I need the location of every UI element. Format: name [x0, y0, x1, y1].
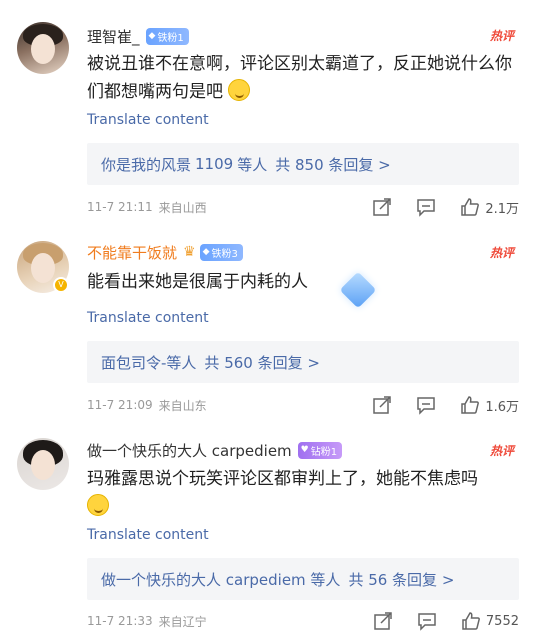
translate-link[interactable]: Translate content — [87, 527, 209, 543]
share-icon[interactable] — [372, 610, 394, 632]
name-row: 不能靠干饭就 ♛ ◆ 铁粉3 — [87, 241, 243, 263]
fan-badge-label: 铁粉3 — [211, 248, 238, 260]
comment-text-body: 能看出来她是很属于内耗的人 — [87, 272, 308, 292]
like-count: 1.6万 — [485, 399, 519, 415]
reply-total: 共 560 条回复 > — [204, 353, 320, 372]
comment-icon[interactable] — [415, 394, 437, 416]
avatar[interactable] — [17, 22, 69, 74]
like-icon[interactable] — [459, 196, 481, 218]
comment-actions: 1.6万 — [371, 394, 519, 416]
crown-icon: ♛ — [183, 244, 196, 260]
comment-text: 能看出来她是很属于内耗的人 — [87, 268, 517, 296]
comment-time: 11-7 21:09 — [87, 398, 153, 412]
comment-actions: 7552 — [372, 610, 519, 632]
fan-badge[interactable]: ◆ 铁粉3 — [199, 243, 243, 261]
reply-total: 共 56 条回复 > — [348, 570, 455, 589]
fan-badge-label: 铁粉1 — [157, 32, 184, 44]
smiling-emoji-icon — [87, 494, 109, 516]
like-count: 7552 — [485, 613, 519, 629]
reply-summary[interactable]: 面包司令-等人 共 560 条回复 > — [87, 341, 519, 383]
comment-actions: 2.1万 — [371, 196, 519, 218]
comment-meta: 11-7 21:11 来自山西 2.1万 — [87, 195, 519, 219]
verified-badge-icon: V — [53, 277, 69, 293]
comment-text-body: 玛雅露思说个玩笑评论区都审判上了，她能不焦虑吗 — [87, 469, 478, 489]
comment-location: 来自山东 — [158, 398, 207, 413]
username[interactable]: 理智崔_ — [87, 26, 140, 47]
comment-text: 被说丑谁不在意啊，评论区别太霸道了，反正她说什么你们都想嘴两句是吧 — [87, 50, 517, 106]
avatar-face — [31, 450, 55, 480]
reply-user: 面包司令-等人 — [101, 353, 197, 372]
comment-location: 来自辽宁 — [158, 614, 207, 629]
comment-text-body: 被说丑谁不在意啊，评论区别太霸道了，反正她说什么你们都想嘴两句是吧 — [87, 54, 512, 102]
diamond-icon: ◆ — [148, 31, 156, 41]
comment-time: 11-7 21:11 — [87, 200, 153, 214]
like-count: 2.1万 — [485, 201, 519, 217]
avatar[interactable] — [17, 438, 69, 490]
like-icon[interactable] — [459, 394, 481, 416]
reply-count: 1109 — [195, 155, 234, 173]
share-icon[interactable] — [371, 394, 393, 416]
comment-location: 来自山西 — [158, 200, 207, 215]
comment-text: 玛雅露思说个玩笑评论区都审判上了，她能不焦虑吗 — [87, 465, 517, 521]
reply-user: 你是我的风景 — [101, 155, 192, 174]
comment-icon[interactable] — [416, 610, 438, 632]
reply-summary[interactable]: 做一个快乐的大人 carpediem 等人 共 56 条回复 > — [87, 558, 519, 600]
username[interactable]: 做一个快乐的大人 carpediem — [87, 440, 292, 461]
avatar-face — [31, 34, 55, 64]
comment-time: 11-7 21:33 — [87, 614, 153, 628]
share-icon[interactable] — [371, 196, 393, 218]
reply-total: 共 850 条回复 > — [275, 155, 391, 174]
like-icon[interactable] — [460, 610, 482, 632]
reply-user: 做一个快乐的大人 carpediem 等人 — [101, 570, 341, 589]
diamond-icon: ◆ — [202, 247, 210, 257]
translate-link[interactable]: Translate content — [87, 112, 209, 128]
hot-comment-tag: 热评 — [489, 444, 514, 458]
laughing-emoji-icon — [228, 79, 251, 101]
comment-meta: 11-7 21:09 来自山东 1.6万 — [87, 393, 519, 417]
comment-meta: 11-7 21:33 来自辽宁 7552 — [87, 609, 519, 633]
fan-badge-label: 钻粉1 — [310, 446, 338, 458]
hot-comment-tag: 热评 — [489, 246, 514, 260]
translate-link[interactable]: Translate content — [87, 310, 209, 326]
name-row: 理智崔_ ◆ 铁粉1 — [87, 25, 189, 47]
reply-summary[interactable]: 你是我的风景 1109 等人 共 850 条回复 > — [87, 143, 519, 185]
comment-icon[interactable] — [415, 196, 437, 218]
username[interactable]: 不能靠干饭就 — [87, 242, 177, 263]
fan-badge[interactable]: ♥ 钻粉1 — [297, 441, 343, 459]
name-row: 做一个快乐的大人 carpediem ♥ 钻粉1 — [87, 439, 343, 461]
avatar-face — [31, 253, 55, 283]
hot-comment-tag: 热评 — [489, 29, 514, 43]
fan-badge[interactable]: ◆ 铁粉1 — [145, 27, 189, 45]
reply-suffix: 等人 — [237, 155, 268, 174]
heart-icon: ♥ — [300, 445, 309, 455]
